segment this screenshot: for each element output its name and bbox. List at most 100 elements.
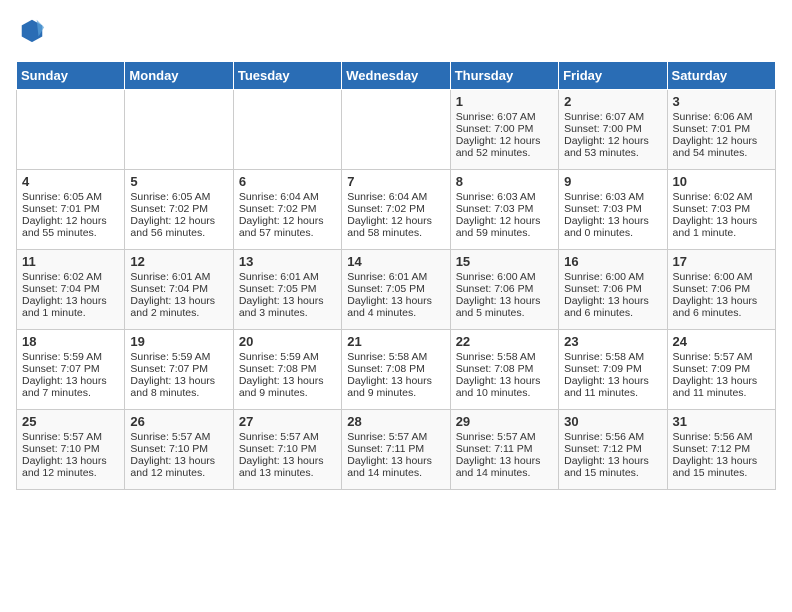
calendar-cell: 23Sunrise: 5:58 AMSunset: 7:09 PMDayligh… (559, 330, 667, 410)
day-number: 8 (456, 174, 553, 189)
day-info: Sunset: 7:07 PM (22, 363, 119, 375)
day-info: Daylight: 13 hours and 10 minutes. (456, 375, 553, 399)
day-info: Sunset: 7:06 PM (564, 283, 661, 295)
day-info: Daylight: 13 hours and 14 minutes. (347, 455, 444, 479)
calendar-cell: 13Sunrise: 6:01 AMSunset: 7:05 PMDayligh… (233, 250, 341, 330)
day-info: Daylight: 13 hours and 12 minutes. (130, 455, 227, 479)
day-info: Daylight: 13 hours and 6 minutes. (673, 295, 770, 319)
day-info: Sunset: 7:06 PM (673, 283, 770, 295)
calendar-week-3: 11Sunrise: 6:02 AMSunset: 7:04 PMDayligh… (17, 250, 776, 330)
day-info: Sunrise: 5:57 AM (239, 431, 336, 443)
day-number: 17 (673, 254, 770, 269)
day-number: 9 (564, 174, 661, 189)
day-info: Sunrise: 5:59 AM (130, 351, 227, 363)
calendar-table: SundayMondayTuesdayWednesdayThursdayFrid… (16, 61, 776, 490)
day-number: 11 (22, 254, 119, 269)
day-info: Daylight: 13 hours and 5 minutes. (456, 295, 553, 319)
day-info: Sunset: 7:01 PM (22, 203, 119, 215)
calendar-header-row: SundayMondayTuesdayWednesdayThursdayFrid… (17, 62, 776, 90)
day-header-thursday: Thursday (450, 62, 558, 90)
calendar-cell: 16Sunrise: 6:00 AMSunset: 7:06 PMDayligh… (559, 250, 667, 330)
day-info: Sunset: 7:04 PM (22, 283, 119, 295)
calendar-cell: 26Sunrise: 5:57 AMSunset: 7:10 PMDayligh… (125, 410, 233, 490)
day-number: 5 (130, 174, 227, 189)
calendar-cell: 9 Sunrise: 6:03 AMSunset: 7:03 PMDaylight… (559, 170, 667, 250)
calendar-cell: 6Sunrise: 6:04 AMSunset: 7:02 PMDaylight… (233, 170, 341, 250)
day-number: 7 (347, 174, 444, 189)
day-header-friday: Friday (559, 62, 667, 90)
day-info: Daylight: 13 hours and 4 minutes. (347, 295, 444, 319)
day-info: Sunrise: 5:59 AM (239, 351, 336, 363)
calendar-body: 1 Sunrise: 6:07 AM Sunset: 7:00 PM Daylight… (17, 90, 776, 490)
day-info: Sunrise: 5:56 AM (673, 431, 770, 443)
day-info: Daylight: 12 hours and 57 minutes. (239, 215, 336, 239)
day-info: Daylight: 13 hours and 0 minutes. (564, 215, 661, 239)
day-info: Daylight: 12 hours and 52 minutes. (456, 135, 553, 159)
day-info: Sunrise: 6:00 AM (673, 271, 770, 283)
day-header-sunday: Sunday (17, 62, 125, 90)
day-info: Sunrise: 5:57 AM (22, 431, 119, 443)
calendar-cell: 30Sunrise: 5:56 AMSunset: 7:12 PMDayligh… (559, 410, 667, 490)
calendar-cell: 3Sunrise: 6:06 AMSunset: 7:01 PMDaylight… (667, 90, 775, 170)
calendar-week-1: 1 Sunrise: 6:07 AM Sunset: 7:00 PM Daylight… (17, 90, 776, 170)
day-number: 1 (456, 94, 553, 109)
day-info: Daylight: 13 hours and 8 minutes. (130, 375, 227, 399)
calendar-cell (17, 90, 125, 170)
day-info: Sunrise: 5:59 AM (22, 351, 119, 363)
logo-text (16, 16, 46, 49)
day-number: 12 (130, 254, 227, 269)
day-number: 19 (130, 334, 227, 349)
day-number: 14 (347, 254, 444, 269)
calendar-cell: 17 Sunrise: 6:00 AMSunset: 7:06 PMDayligh… (667, 250, 775, 330)
calendar-cell: 19Sunrise: 5:59 AMSunset: 7:07 PMDayligh… (125, 330, 233, 410)
day-info: Daylight: 13 hours and 9 minutes. (347, 375, 444, 399)
day-info: Sunset: 7:00 PM (564, 123, 661, 135)
calendar-cell: 22Sunrise: 5:58 AMSunset: 7:08 PMDayligh… (450, 330, 558, 410)
day-number: 6 (239, 174, 336, 189)
calendar-cell: 12Sunrise: 6:01 AMSunset: 7:04 PMDayligh… (125, 250, 233, 330)
day-info: Sunrise: 5:57 AM (673, 351, 770, 363)
day-info: Sunrise: 6:07 AM (456, 111, 553, 123)
day-info: Daylight: 13 hours and 9 minutes. (239, 375, 336, 399)
day-info: Sunrise: 6:02 AM (673, 191, 770, 203)
calendar-cell: 7Sunrise: 6:04 AMSunset: 7:02 PMDaylight… (342, 170, 450, 250)
day-info: Sunset: 7:02 PM (239, 203, 336, 215)
day-info: Daylight: 12 hours and 56 minutes. (130, 215, 227, 239)
calendar-cell (125, 90, 233, 170)
day-info: Sunset: 7:02 PM (347, 203, 444, 215)
day-info: Sunset: 7:03 PM (564, 203, 661, 215)
day-info: Sunset: 7:04 PM (130, 283, 227, 295)
day-info: Sunrise: 6:03 AM (564, 191, 661, 203)
day-header-tuesday: Tuesday (233, 62, 341, 90)
day-info: Daylight: 12 hours and 54 minutes. (673, 135, 770, 159)
calendar-cell: 28Sunrise: 5:57 AMSunset: 7:11 PMDayligh… (342, 410, 450, 490)
day-info: Daylight: 13 hours and 3 minutes. (239, 295, 336, 319)
calendar-cell: 31Sunrise: 5:56 AMSunset: 7:12 PMDayligh… (667, 410, 775, 490)
day-info: Sunrise: 5:58 AM (564, 351, 661, 363)
day-info: Daylight: 13 hours and 1 minute. (673, 215, 770, 239)
day-info: Sunrise: 6:01 AM (239, 271, 336, 283)
day-number: 29 (456, 414, 553, 429)
day-info: Daylight: 13 hours and 15 minutes. (673, 455, 770, 479)
day-info: Sunrise: 6:04 AM (347, 191, 444, 203)
day-info: Daylight: 12 hours and 59 minutes. (456, 215, 553, 239)
day-info: Sunset: 7:08 PM (347, 363, 444, 375)
day-number: 31 (673, 414, 770, 429)
calendar-cell: 24Sunrise: 5:57 AMSunset: 7:09 PMDayligh… (667, 330, 775, 410)
day-number: 18 (22, 334, 119, 349)
day-info: Sunset: 7:09 PM (673, 363, 770, 375)
calendar-cell: 10Sunrise: 6:02 AMSunset: 7:03 PMDayligh… (667, 170, 775, 250)
day-number: 23 (564, 334, 661, 349)
page-header (16, 16, 776, 49)
day-number: 27 (239, 414, 336, 429)
day-number: 4 (22, 174, 119, 189)
day-info: Sunset: 7:03 PM (456, 203, 553, 215)
calendar-cell: 18Sunrise: 5:59 AMSunset: 7:07 PMDayligh… (17, 330, 125, 410)
logo-icon (18, 16, 46, 44)
day-info: Sunset: 7:03 PM (673, 203, 770, 215)
day-header-wednesday: Wednesday (342, 62, 450, 90)
day-info: Sunrise: 6:05 AM (130, 191, 227, 203)
day-info: Sunset: 7:11 PM (347, 443, 444, 455)
calendar-cell: 21Sunrise: 5:58 AMSunset: 7:08 PMDayligh… (342, 330, 450, 410)
day-info: Daylight: 13 hours and 11 minutes. (673, 375, 770, 399)
